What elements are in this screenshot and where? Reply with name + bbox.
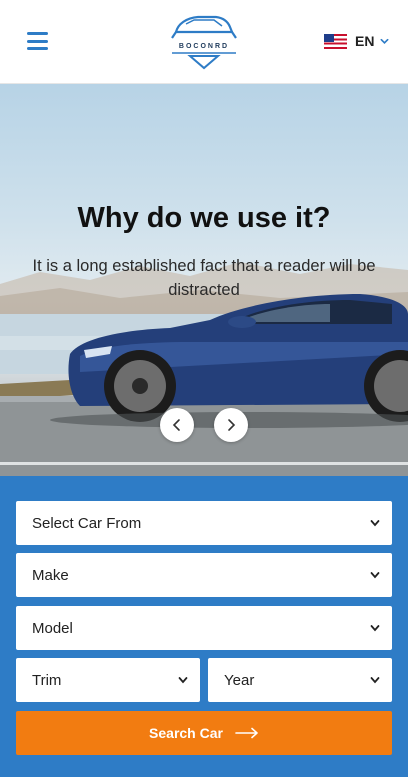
- chevron-down-icon: [370, 625, 380, 632]
- year-dropdown[interactable]: Year: [208, 658, 392, 702]
- search-car-label: Search Car: [149, 725, 223, 741]
- language-selector[interactable]: EN: [324, 31, 389, 51]
- chevron-down-icon: [370, 520, 380, 527]
- select-car-from-dropdown[interactable]: Select Car From: [16, 501, 392, 545]
- chevron-right-icon: [228, 419, 236, 431]
- hero-subtitle: It is a long established fact that a rea…: [32, 257, 376, 299]
- chevron-down-icon: [370, 677, 380, 684]
- trim-dropdown[interactable]: Trim: [16, 658, 200, 702]
- chevron-down-icon: [178, 677, 188, 684]
- chevron-down-icon: [370, 572, 380, 579]
- top-header: BOCONRD EN: [0, 0, 408, 84]
- search-car-button[interactable]: Search Car: [16, 711, 392, 755]
- brand-logo[interactable]: BOCONRD: [164, 10, 244, 72]
- slider-prev-button[interactable]: [160, 408, 194, 442]
- year-label: Year: [224, 671, 255, 689]
- trim-label: Trim: [32, 671, 62, 689]
- logo-text: BOCONRD: [178, 43, 230, 50]
- chevron-left-icon: [172, 419, 180, 431]
- logo-emblem-icon: [171, 15, 237, 70]
- car-search-panel: Select Car From Make Model Trim Year Sea…: [0, 476, 408, 777]
- us-flag-icon: [324, 33, 347, 49]
- make-label: Make: [32, 566, 69, 584]
- model-dropdown[interactable]: Model: [16, 606, 392, 650]
- make-dropdown[interactable]: Make: [16, 553, 392, 597]
- hero-title: Why do we use it?: [77, 202, 331, 234]
- chevron-down-icon: [380, 38, 389, 44]
- language-label: EN: [355, 33, 375, 49]
- select-car-from-label: Select Car From: [32, 514, 142, 532]
- model-label: Model: [32, 619, 73, 637]
- hero-banner: Why do we use it? It is a long establish…: [0, 84, 408, 476]
- hamburger-menu-icon[interactable]: [27, 32, 48, 50]
- slider-next-button[interactable]: [214, 408, 248, 442]
- arrow-right-icon: [235, 727, 258, 739]
